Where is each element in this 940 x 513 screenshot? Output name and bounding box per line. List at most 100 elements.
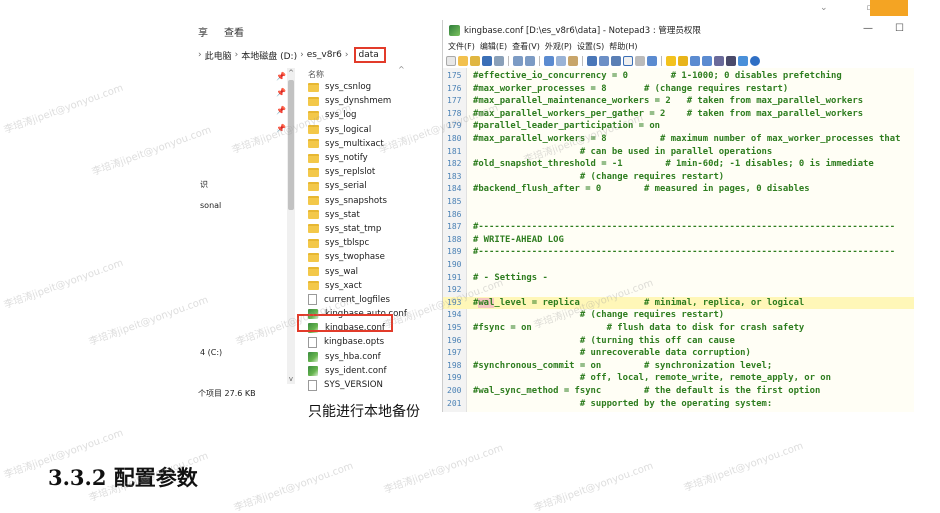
replace-icon[interactable]: [599, 56, 609, 66]
menu-appearance[interactable]: 外观(P): [545, 41, 572, 54]
export-icon[interactable]: [738, 56, 748, 66]
pin-icon[interactable]: 📌: [276, 124, 286, 133]
address-bar[interactable]: › 此电脑 › 本地磁盘 (D:) › es_v8r6 › data: [198, 45, 441, 65]
editor-line[interactable]: 187 #------------------------------------…: [443, 221, 914, 234]
editor-line[interactable]: 193 #wal_level = replica # minimal, repli…: [443, 296, 914, 310]
pin-icon[interactable]: 📌: [276, 88, 286, 97]
menu-file[interactable]: 文件(F): [448, 41, 475, 54]
editor-line[interactable]: 186: [443, 209, 914, 222]
file-list-item[interactable]: sys_log: [302, 108, 441, 122]
breadcrumb-drive-d[interactable]: 本地磁盘 (D:): [241, 49, 297, 62]
file-list-item[interactable]: sys_multixact: [302, 137, 441, 151]
file-list-item[interactable]: sys_logical: [302, 123, 441, 137]
nav-scrollbar[interactable]: ^ v: [287, 68, 295, 384]
file-list-item[interactable]: sys_serial: [302, 179, 441, 193]
browse-icon[interactable]: [470, 56, 480, 66]
word-wrap-icon[interactable]: [623, 56, 633, 66]
file-list-item[interactable]: sys_twophase: [302, 250, 441, 264]
breadcrumb-this-pc[interactable]: 此电脑: [205, 49, 232, 62]
editor-line[interactable]: 177 #max_parallel_maintenance_workers = 2…: [443, 95, 914, 108]
find-icon[interactable]: [587, 56, 597, 66]
zoom-in-icon[interactable]: [690, 56, 700, 66]
scroll-up-icon[interactable]: ^: [287, 68, 295, 78]
file-list-item[interactable]: current_logfiles: [302, 293, 441, 307]
pin-icon[interactable]: 📌: [276, 106, 286, 115]
file-list-item[interactable]: sys_notify: [302, 151, 441, 165]
ribbon-tab-share[interactable]: 享: [198, 24, 208, 42]
editor-line[interactable]: 182 #old_snapshot_threshold = -1 # 1min-6…: [443, 158, 914, 171]
zoom-icon[interactable]: [647, 56, 657, 66]
minimize-button[interactable]: —: [863, 23, 873, 34]
new-file-icon[interactable]: [446, 56, 456, 66]
editor-line[interactable]: 189 #------------------------------------…: [443, 246, 914, 259]
redo-icon[interactable]: [525, 56, 535, 66]
editor-line[interactable]: 175 #effective_io_concurrency = 0 # 1-100…: [443, 70, 914, 83]
file-list-item[interactable]: sys_hba.conf: [302, 350, 441, 364]
add-favorite-icon[interactable]: [678, 56, 688, 66]
file-list-item[interactable]: sys_snapshots: [302, 194, 441, 208]
file-list-item[interactable]: sys_stat: [302, 208, 441, 222]
column-header-name[interactable]: 名称: [308, 69, 324, 80]
editor-line[interactable]: 197 # unrecoverable data corruption): [443, 347, 914, 360]
menu-help[interactable]: 帮助(H): [609, 41, 637, 54]
file-list-item[interactable]: sys_ident.conf: [302, 364, 441, 378]
menu-settings[interactable]: 设置(S): [577, 41, 604, 54]
zoom-out-icon[interactable]: [702, 56, 712, 66]
file-list-item[interactable]: sys_xact: [302, 279, 441, 293]
file-list-item[interactable]: SYS_VERSION: [302, 378, 441, 392]
bookmark-icon[interactable]: [635, 56, 645, 66]
editor-line[interactable]: 190: [443, 259, 914, 272]
editor-line[interactable]: 178 #max_parallel_workers_per_gather = 2 …: [443, 108, 914, 121]
paste-icon[interactable]: [568, 56, 578, 66]
maximize-button[interactable]: ☐: [895, 23, 904, 34]
editor-line[interactable]: 181 # can be used in parallel operations: [443, 146, 914, 159]
editor-line[interactable]: 199 # off, local, remote_write, remote_a…: [443, 372, 914, 385]
nav-item-drive-c[interactable]: 4 (C:): [200, 348, 222, 357]
open-folder-icon[interactable]: [458, 56, 468, 66]
pin-icon[interactable]: 📌: [276, 72, 286, 81]
editor-line[interactable]: 184 #backend_flush_after = 0 # measured i…: [443, 183, 914, 196]
editor-line[interactable]: 191 # - Settings -: [443, 272, 914, 285]
goto-icon[interactable]: [611, 56, 621, 66]
editor-line[interactable]: 188 # WRITE-AHEAD LOG: [443, 234, 914, 247]
file-list-item[interactable]: sys_stat_tmp: [302, 222, 441, 236]
file-list-item[interactable]: sys_csnlog: [302, 80, 441, 94]
editor-line[interactable]: 195 #fsync = on # flush data to disk for …: [443, 322, 914, 335]
editor-line[interactable]: 179 #parallel_leader_participation = on: [443, 120, 914, 133]
editor-line[interactable]: 201 # supported by the operating system:: [443, 398, 914, 411]
undo-icon[interactable]: [513, 56, 523, 66]
file-list-item[interactable]: sys_wal: [302, 264, 441, 278]
save-as-icon[interactable]: [494, 56, 504, 66]
file-list-item[interactable]: kingbase.opts: [302, 335, 441, 349]
file-list-item[interactable]: sys_tblspc: [302, 236, 441, 250]
customize-icon[interactable]: [726, 56, 736, 66]
scroll-down-icon[interactable]: v: [287, 374, 295, 384]
ribbon-tab-view[interactable]: 查看: [224, 24, 244, 42]
editor-line[interactable]: 192: [443, 284, 914, 297]
cut-icon[interactable]: [544, 56, 554, 66]
favorites-icon[interactable]: [666, 56, 676, 66]
notepad-titlebar[interactable]: kingbase.conf [D:\es_v8r6\data] - Notepa…: [443, 20, 914, 40]
breadcrumb-current-folder[interactable]: data: [353, 47, 386, 63]
breadcrumb-es-v8r6[interactable]: es_v8r6: [307, 50, 342, 60]
file-list-item[interactable]: sys_dynshmem: [302, 94, 441, 108]
editor-line[interactable]: 176 #max_worker_processes = 8 # (change r…: [443, 83, 914, 96]
save-icon[interactable]: [482, 56, 492, 66]
editor-line[interactable]: 183 # (change requires restart): [443, 171, 914, 184]
settings-icon[interactable]: [750, 56, 760, 66]
editor-line[interactable]: 200 #wal_sync_method = fsync # the defaul…: [443, 385, 914, 398]
editor-line[interactable]: 196 # (turning this off can cause: [443, 335, 914, 348]
code-editor[interactable]: 175 #effective_io_concurrency = 0 # 1-100…: [443, 68, 914, 412]
editor-line[interactable]: 194 # (change requires restart): [443, 309, 914, 322]
nav-item-personal[interactable]: sonal: [200, 201, 221, 210]
editor-line[interactable]: 185: [443, 196, 914, 209]
scroll-thumb[interactable]: [288, 80, 294, 210]
editor-line[interactable]: 198 #synchronous_commit = on # synchroniz…: [443, 360, 914, 373]
nav-item-partial[interactable]: 识: [200, 179, 208, 190]
editor-line[interactable]: 180 #max_parallel_workers = 8 # maximum n…: [443, 133, 914, 146]
menu-view[interactable]: 查看(V): [512, 41, 540, 54]
copy-icon[interactable]: [556, 56, 566, 66]
menu-edit[interactable]: 编辑(E): [480, 41, 507, 54]
scheme-icon[interactable]: [714, 56, 724, 66]
file-list-item[interactable]: sys_replslot: [302, 165, 441, 179]
